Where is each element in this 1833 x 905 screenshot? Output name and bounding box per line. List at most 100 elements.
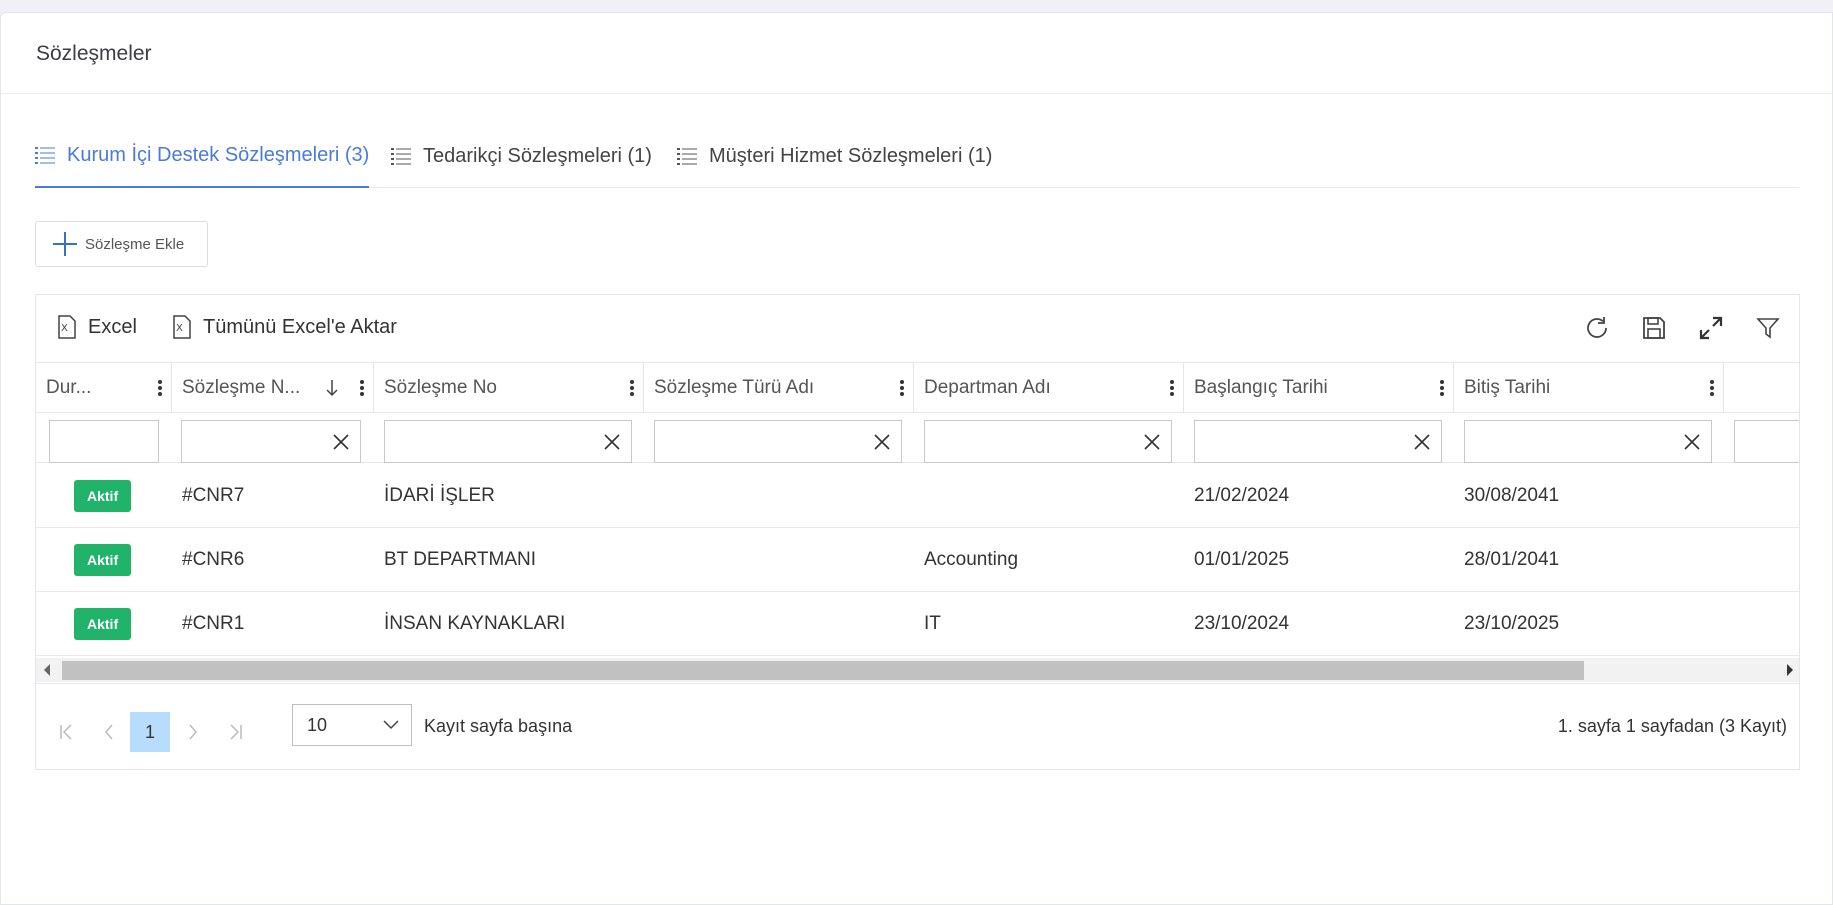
- list-icon: [35, 147, 55, 164]
- clear-icon[interactable]: [1683, 433, 1701, 451]
- page-size-label: Kayıt sayfa başına: [424, 716, 573, 736]
- status-cell: Aktif: [64, 592, 132, 656]
- column-header-start-date[interactable]: Başlangıç Tarihi: [1184, 363, 1454, 413]
- filter-icon[interactable]: [1753, 313, 1783, 343]
- contract-no-cell: BT DEPARTMANI: [384, 549, 537, 570]
- column-header-label: Sözleşme Türü Adı: [654, 377, 815, 398]
- column-menu-icon[interactable]: [1439, 378, 1445, 398]
- clear-icon[interactable]: [1143, 433, 1161, 451]
- pagination-info: 1. sayfa 1 sayfadan (3 Kayıt): [1557, 716, 1787, 736]
- end-date-cell: 23/10/2025: [1464, 613, 1560, 634]
- column-header-status[interactable]: Dur...: [36, 363, 172, 413]
- tab-label: Tedarikçi Sözleşmeleri (1): [423, 144, 652, 167]
- column-menu-icon[interactable]: [629, 378, 635, 398]
- status-badge: Aktif: [74, 480, 132, 512]
- contract-type-cell: [644, 592, 654, 656]
- export-all-label: Tümünü Excel'e Aktar: [203, 315, 397, 338]
- export-all-excel-button[interactable]: X Tümünü Excel'e Aktar: [171, 315, 397, 339]
- column-header-label: Başlangıç Tarihi: [1194, 377, 1328, 398]
- page-size-value: 10: [307, 714, 328, 735]
- end-date-cell: 28/01/2041: [1464, 549, 1560, 570]
- column-header-department[interactable]: Departman Adı: [914, 363, 1184, 413]
- last-page-icon[interactable]: [216, 712, 256, 752]
- scroll-right-icon[interactable]: [1785, 663, 1795, 677]
- clear-icon[interactable]: [873, 433, 891, 451]
- grid-header-row: Dur... Sözleşme N... Sözleşme No Sözleşm…: [36, 363, 1799, 413]
- department-cell: IT: [924, 613, 941, 634]
- column-header-label: Sözleşme N...: [182, 377, 301, 398]
- clear-icon[interactable]: [332, 433, 350, 451]
- tab-label: Müşteri Hizmet Sözleşmeleri (1): [709, 144, 993, 167]
- scrollbar-thumb[interactable]: [62, 661, 1584, 680]
- column-menu-icon[interactable]: [899, 378, 905, 398]
- filter-input-status[interactable]: [49, 420, 159, 463]
- table-row[interactable]: Aktif #CNR1 İNSAN KAYNAKLARI IT 23/10/20…: [36, 592, 1799, 656]
- filter-input-contract-code[interactable]: [181, 420, 361, 463]
- card-header: Sözleşmeler: [1, 13, 1832, 94]
- filter-input-extra[interactable]: [1734, 420, 1799, 463]
- horizontal-scrollbar[interactable]: [36, 658, 1799, 682]
- clear-icon[interactable]: [1413, 433, 1431, 451]
- sort-descending-icon[interactable]: [325, 378, 339, 398]
- tab-customer-service[interactable]: Müşteri Hizmet Sözleşmeleri (1): [677, 144, 992, 188]
- department-cell: [914, 464, 924, 528]
- table-row[interactable]: Aktif #CNR7 İDARİ İŞLER 21/02/2024 30/08…: [36, 464, 1799, 528]
- contract-code-cell: #CNR7: [182, 485, 245, 506]
- department-cell: Accounting: [924, 549, 1019, 570]
- table-row[interactable]: Aktif #CNR6 BT DEPARTMANI Accounting 01/…: [36, 528, 1799, 592]
- first-page-icon[interactable]: [46, 712, 86, 752]
- tab-label: Kurum İçi Destek Sözleşmeleri (3): [67, 143, 370, 166]
- status-cell: Aktif: [64, 464, 132, 528]
- save-icon[interactable]: [1639, 313, 1669, 343]
- refresh-icon[interactable]: [1582, 313, 1612, 343]
- clear-icon[interactable]: [603, 433, 621, 451]
- filter-input-start-date[interactable]: [1194, 420, 1442, 463]
- filter-input-end-date[interactable]: [1464, 420, 1712, 463]
- fullscreen-icon[interactable]: [1696, 313, 1726, 343]
- tab-supplier[interactable]: Tedarikçi Sözleşmeleri (1): [391, 144, 652, 188]
- end-date-cell: 30/08/2041: [1464, 485, 1560, 506]
- start-date-cell: 23/10/2024: [1194, 613, 1290, 634]
- prev-page-icon[interactable]: [89, 712, 129, 752]
- column-header-contract-type[interactable]: Sözleşme Türü Adı: [644, 363, 914, 413]
- tab-bar: Kurum İçi Destek Sözleşmeleri (3) Tedari…: [35, 118, 1799, 188]
- column-header-label: Departman Adı: [924, 377, 1051, 398]
- status-cell: Aktif: [64, 528, 132, 592]
- start-date-cell: 21/02/2024: [1194, 485, 1290, 506]
- filter-input-department[interactable]: [924, 420, 1172, 463]
- filter-input-contract-no[interactable]: [384, 420, 632, 463]
- contract-code-cell: #CNR1: [182, 613, 245, 634]
- status-badge: Aktif: [74, 544, 132, 576]
- grid-toolbar: X Excel X Tümünü Excel'e Aktar: [36, 295, 1799, 363]
- column-menu-icon[interactable]: [157, 378, 163, 398]
- excel-icon: X: [173, 315, 191, 339]
- contract-code-cell: #CNR6: [182, 549, 245, 570]
- svg-text:X: X: [176, 323, 183, 334]
- contract-no-cell: İDARİ İŞLER: [384, 485, 495, 506]
- contract-type-cell: [644, 464, 654, 528]
- add-contract-button[interactable]: Sözleşme Ekle: [35, 221, 208, 267]
- list-icon: [677, 148, 697, 165]
- pagination-bar: 1 10 Kayıt sayfa başına 1. sayfa 1 sayfa…: [36, 683, 1799, 769]
- svg-text:X: X: [61, 323, 68, 334]
- page-number-button[interactable]: 1: [130, 712, 170, 752]
- status-badge: Aktif: [74, 608, 132, 640]
- column-menu-icon[interactable]: [1169, 378, 1175, 398]
- excel-icon: X: [58, 315, 76, 339]
- column-menu-icon[interactable]: [1709, 378, 1715, 398]
- tab-internal-support[interactable]: Kurum İçi Destek Sözleşmeleri (3): [35, 143, 370, 188]
- excel-button[interactable]: X Excel: [56, 315, 137, 339]
- column-menu-icon[interactable]: [359, 378, 365, 398]
- page-size-select[interactable]: 10: [292, 704, 412, 746]
- contract-no-cell: İNSAN KAYNAKLARI: [384, 613, 566, 634]
- excel-label: Excel: [88, 315, 137, 338]
- scroll-left-icon[interactable]: [42, 663, 52, 677]
- column-header-contract-code[interactable]: Sözleşme N...: [172, 363, 374, 413]
- column-header-end-date[interactable]: Bitiş Tarihi: [1454, 363, 1724, 413]
- contracts-grid: X Excel X Tümünü Excel'e Aktar Dur... Sö…: [35, 294, 1800, 770]
- column-header-contract-no[interactable]: Sözleşme No: [374, 363, 644, 413]
- column-header-label: Bitiş Tarihi: [1464, 377, 1551, 398]
- next-page-icon[interactable]: [173, 712, 213, 752]
- filter-input-contract-type[interactable]: [654, 420, 902, 463]
- add-contract-label: Sözleşme Ekle: [85, 235, 185, 253]
